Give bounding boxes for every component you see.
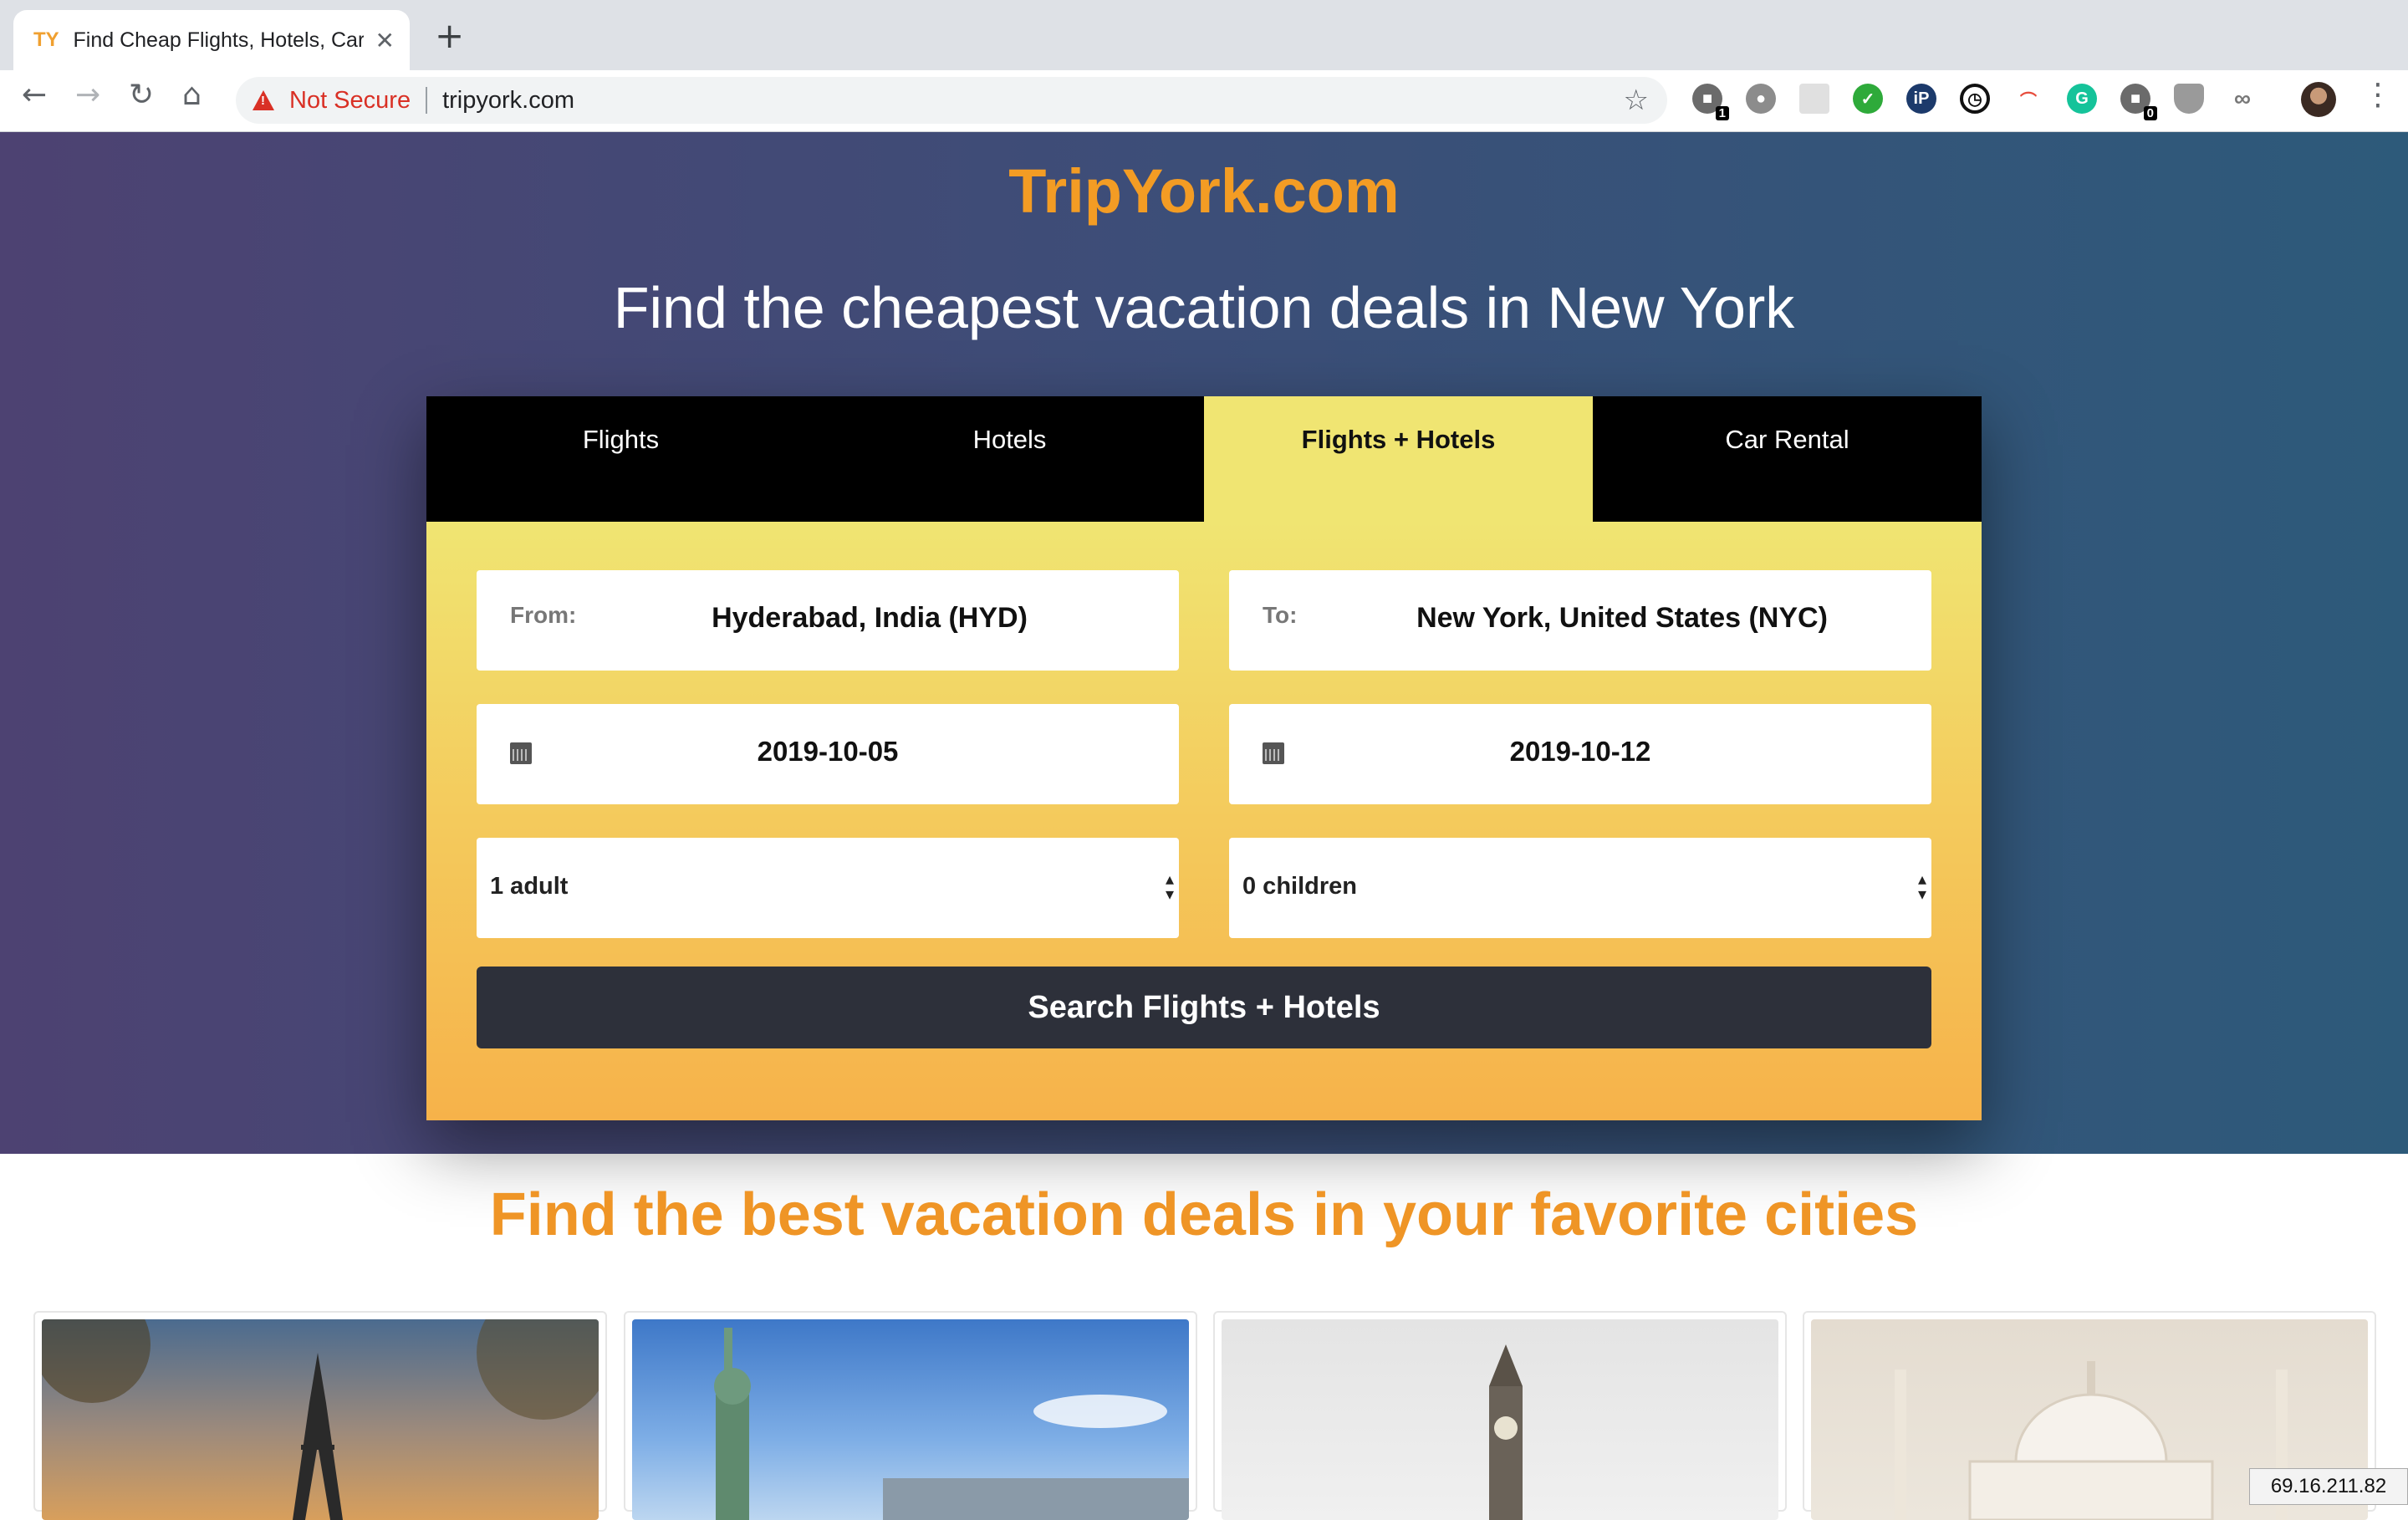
search-form: From: Hyderabad, India (HYD) To: New Yor… xyxy=(426,522,1982,1120)
city-image[interactable] xyxy=(632,1319,1189,1520)
city-card-new-york[interactable] xyxy=(624,1311,1197,1520)
warning-icon xyxy=(253,90,274,110)
security-label[interactable]: Not Secure xyxy=(289,87,411,115)
from-value[interactable]: Hyderabad, India (HYD) xyxy=(594,602,1145,635)
browser-menu-icon[interactable]: ⋮ xyxy=(2363,80,2393,110)
eiffel-tower-icon xyxy=(42,1319,599,1520)
new-tab-button[interactable]: + xyxy=(435,18,464,54)
adults-select[interactable]: 1 adult ▴ ▾ xyxy=(477,838,1179,938)
select-arrows-icon: ▴ ▾ xyxy=(1917,869,1926,904)
to-value[interactable]: New York, United States (NYC) xyxy=(1346,602,1898,635)
search-tabs: Flights Hotels Flights + Hotels Car Rent… xyxy=(426,396,1982,522)
site-favicon-icon: TY xyxy=(33,28,59,51)
big-ben-icon xyxy=(1489,1344,1523,1520)
depart-date-value[interactable]: 2019-10-05 xyxy=(560,736,1095,768)
section-title: Find the best vacation deals in your fav… xyxy=(489,1181,1919,1248)
tab-hotels[interactable]: Hotels xyxy=(815,396,1204,522)
bookmark-star-icon[interactable]: ☆ xyxy=(1624,84,1649,117)
to-field[interactable]: To: New York, United States (NYC) xyxy=(1229,570,1931,671)
reload-icon[interactable]: ↻ xyxy=(129,80,154,110)
select-arrows-icon: ▴ ▾ xyxy=(1165,869,1174,904)
city-image[interactable] xyxy=(42,1319,599,1520)
children-select[interactable]: 0 children ▴ ▾ xyxy=(1229,838,1931,938)
depart-date-field[interactable]: 2019-10-05 xyxy=(477,704,1179,804)
tab-car-rental[interactable]: Car Rental xyxy=(1593,396,1982,522)
address-separator xyxy=(426,87,428,114)
from-label: From: xyxy=(510,602,577,628)
extension-film-icon[interactable]: ● xyxy=(1746,84,1776,114)
extension-grammarly-icon[interactable]: G xyxy=(2067,84,2097,114)
extension-rainbow-icon[interactable]: ⌒ xyxy=(2013,84,2043,114)
site-logo[interactable]: TripYork.com xyxy=(0,156,2408,227)
ip-address-badge: 69.16.211.82 xyxy=(2249,1468,2408,1505)
forward-icon[interactable]: → xyxy=(75,80,100,110)
city-image[interactable] xyxy=(1222,1319,1778,1520)
calendar-icon xyxy=(1263,742,1284,764)
adults-value: 1 adult xyxy=(490,873,569,900)
search-button[interactable]: Search Flights + Hotels xyxy=(477,967,1931,1048)
tab-title: Find Cheap Flights, Hotels, Car xyxy=(73,28,364,52)
extension-check-icon[interactable]: ✓ xyxy=(1853,84,1883,114)
extension-ip-icon[interactable]: iP xyxy=(1906,84,1936,114)
from-field[interactable]: From: Hyderabad, India (HYD) xyxy=(477,570,1179,671)
return-date-field[interactable]: 2019-10-12 xyxy=(1229,704,1931,804)
profile-avatar[interactable] xyxy=(2301,82,2336,117)
statue-of-liberty-icon xyxy=(714,1328,1189,1520)
extension-shield-icon[interactable] xyxy=(2174,84,2204,114)
to-label: To: xyxy=(1263,602,1298,628)
extension-puzzle-icon[interactable]: ■ 1 xyxy=(1692,84,1729,120)
tab-flights[interactable]: Flights xyxy=(426,396,815,522)
browser-tab[interactable]: TY Find Cheap Flights, Hotels, Car ✕ xyxy=(13,10,410,70)
back-icon[interactable]: ← xyxy=(22,80,47,110)
url-text[interactable]: tripyork.com xyxy=(442,87,574,115)
city-card-london[interactable] xyxy=(1213,1311,1787,1520)
home-icon[interactable]: ⌂ xyxy=(182,80,202,110)
extension-badge: 0 xyxy=(2143,106,2157,120)
calendar-icon xyxy=(510,742,532,764)
tab-flights-hotels[interactable]: Flights + Hotels xyxy=(1204,396,1593,522)
extension-clock-icon[interactable]: ◷ xyxy=(1960,84,1990,114)
extension-grid-icon[interactable] xyxy=(1799,84,1829,114)
page-headline: Find the cheapest vacation deals in New … xyxy=(613,275,1795,340)
extension-cube-icon[interactable]: ■ 0 xyxy=(2120,84,2157,120)
extension-bike-icon[interactable]: ∞ xyxy=(2227,84,2258,114)
city-card-paris[interactable] xyxy=(33,1311,607,1520)
address-bar[interactable]: Not Secure tripyork.com ☆ xyxy=(236,77,1667,124)
close-tab-icon[interactable]: ✕ xyxy=(375,27,395,54)
search-widget: Flights Hotels Flights + Hotels Car Rent… xyxy=(426,396,1982,1120)
extension-badge: 1 xyxy=(1715,106,1729,120)
browser-tabstrip: TY Find Cheap Flights, Hotels, Car ✕ + xyxy=(0,0,2408,70)
children-value: 0 children xyxy=(1242,873,1357,900)
hero-section: TripYork.com Find the cheapest vacation … xyxy=(0,132,2408,1154)
return-date-value[interactable]: 2019-10-12 xyxy=(1313,736,1848,768)
